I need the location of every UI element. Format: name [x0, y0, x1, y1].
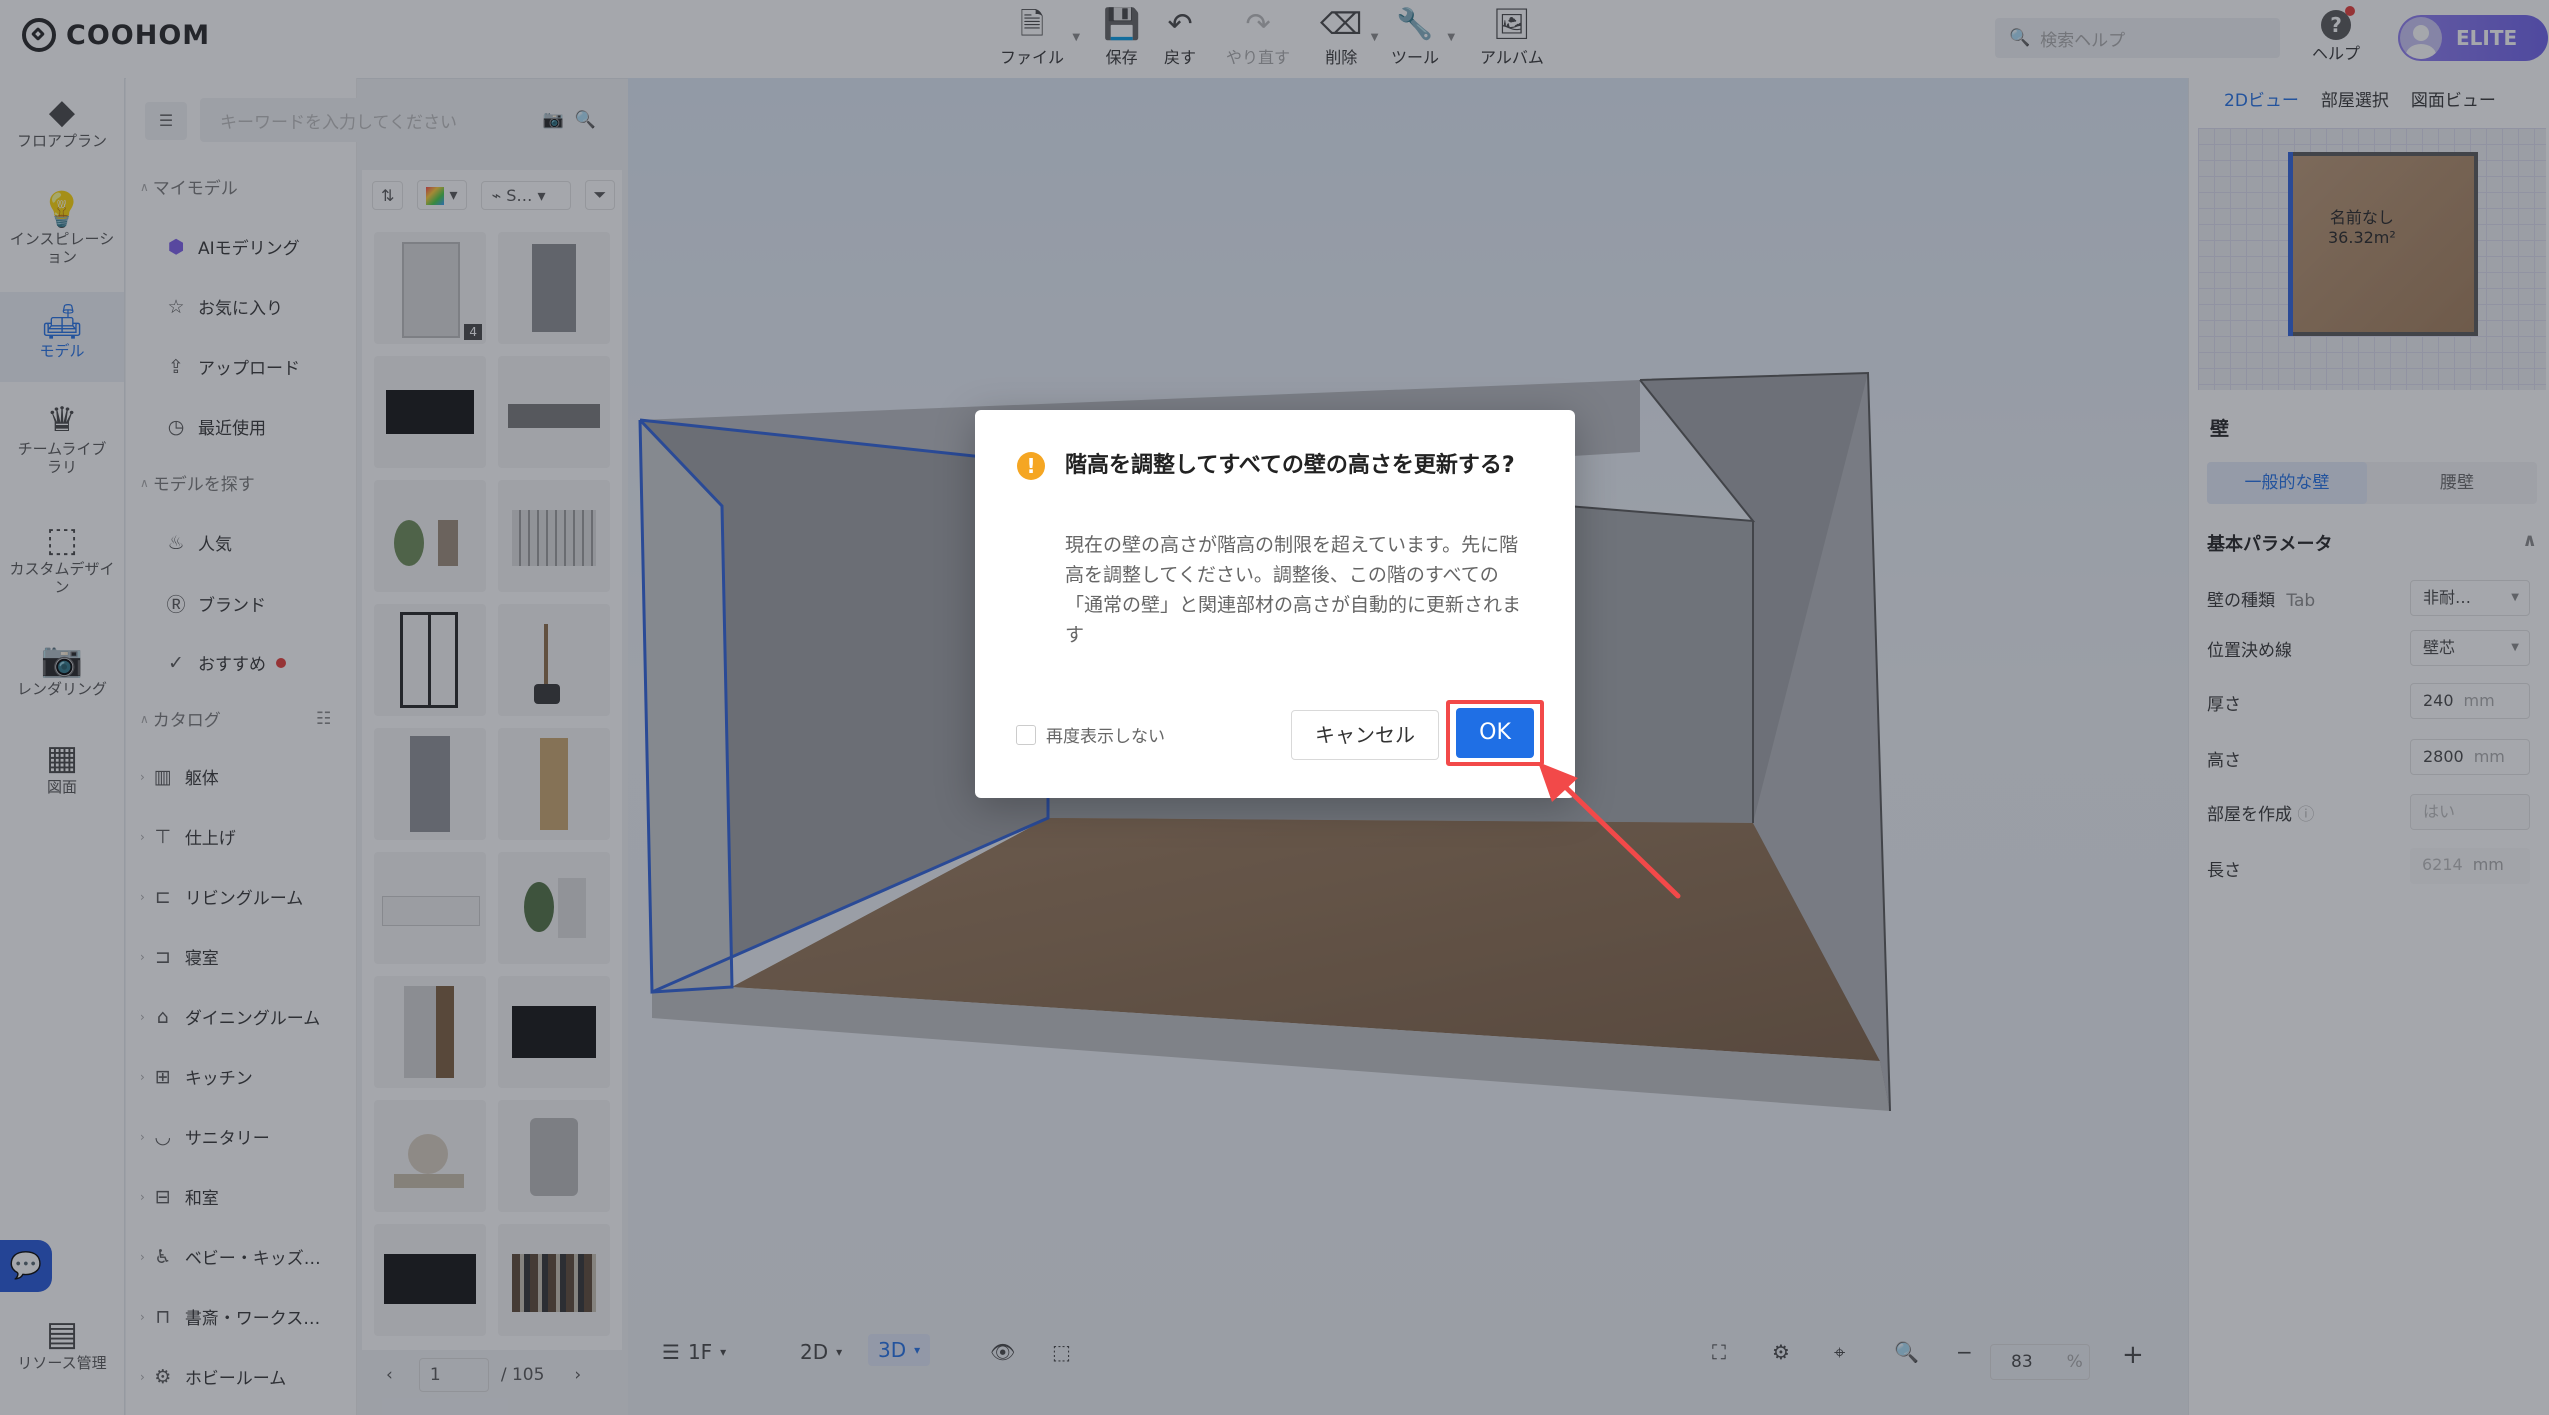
- dont-show-again-checkbox[interactable]: 再度表示しない: [1016, 722, 1165, 747]
- dialog-message: 現在の壁の高さが階高の制限を超えています。先に階高を調整してください。調整後、こ…: [1065, 534, 1522, 646]
- dialog-title: 階高を調整してすべての壁の高さを更新する?: [1065, 453, 1515, 478]
- dont-show-again-label: 再度表示しない: [1046, 727, 1165, 747]
- ok-button[interactable]: OK: [1456, 708, 1534, 758]
- annotation-arrow: [1538, 762, 1681, 899]
- cancel-button[interactable]: キャンセル: [1291, 710, 1439, 760]
- warning-icon: !: [1017, 452, 1045, 480]
- checkbox-box[interactable]: [1016, 724, 1036, 745]
